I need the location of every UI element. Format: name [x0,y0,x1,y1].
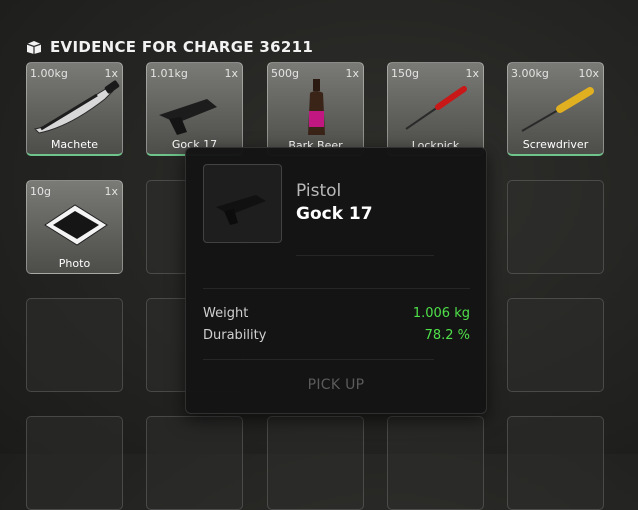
pick-up-button[interactable]: PICK UP [186,377,486,393]
stat-weight-value: 1.006 kg [412,306,470,321]
inventory-slot-empty[interactable] [507,416,604,510]
inventory-slot-empty[interactable] [146,416,243,510]
inventory-slot-machete[interactable]: 1.00kg 1x Machete [26,62,123,156]
inventory-slot-empty[interactable] [26,298,123,392]
inventory-slot-empty[interactable] [26,416,123,510]
inventory-slot-empty[interactable] [267,416,364,510]
inventory-title-text: EVIDENCE FOR CHARGE 36211 [50,38,314,56]
machete-icon [33,80,120,134]
inventory-slot-lockpick[interactable]: 150g 1x Lockpick [387,62,484,156]
pistol-icon [216,195,266,225]
inventory-slot-beer[interactable]: 500g 1x Bark Beer [267,62,364,156]
inventory-slot-photo[interactable]: 10g 1x Photo [26,180,123,274]
inventory-title: EVIDENCE FOR CHARGE 36211 [26,37,313,57]
stat-weight-label: Weight [203,306,249,321]
item-category: Pistol [296,181,342,201]
photo-icon [44,204,108,246]
inventory-slot-empty[interactable] [507,298,604,392]
item-name: Screwdriver [522,138,589,151]
screwdriver-icon [521,87,594,132]
item-tooltip: Pistol Gock 17 Weight 1.006 kg Durabilit… [185,147,487,414]
pistol-icon [159,99,217,135]
divider [296,255,434,256]
lockpick-icon [405,86,467,130]
stat-durability-value: 78.2 % [424,328,470,343]
divider [203,359,434,360]
inventory-slot-empty[interactable] [507,180,604,274]
bottle-icon [308,79,325,135]
divider [203,288,470,289]
item-thumbnail [203,164,282,243]
stat-durability-label: Durability [203,328,267,343]
inventory-slot-pistol[interactable]: 1.01kg 1x Gock 17 [146,62,243,156]
box-icon [26,41,42,54]
inventory-slot-empty[interactable] [387,416,484,510]
item-name: Photo [58,257,91,270]
inventory-slot-screwdriver[interactable]: 3.00kg 10x Screwdriver [507,62,604,156]
item-title: Gock 17 [296,204,373,224]
item-name: Machete [50,138,99,151]
